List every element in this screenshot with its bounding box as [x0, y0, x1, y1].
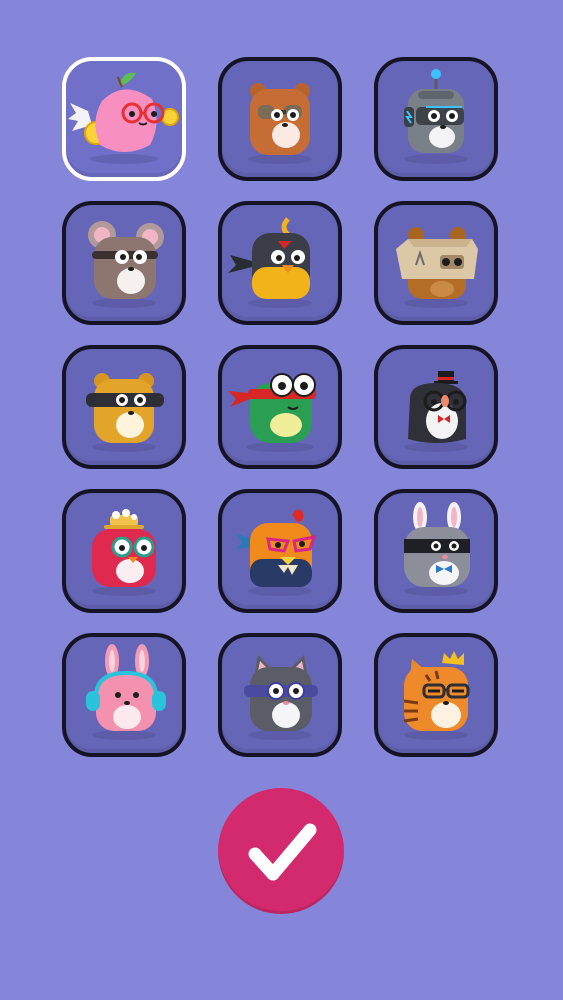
- avatar-option-winged-peach[interactable]: [62, 57, 186, 181]
- avatar-picker-screen: [0, 0, 563, 1000]
- goggle-bear-icon: [86, 373, 164, 452]
- avatar-option-box-bear[interactable]: [374, 201, 498, 325]
- avatar-option-ninja-frog[interactable]: [218, 345, 342, 469]
- avatar-option-mouse[interactable]: [62, 201, 186, 325]
- avatar-option-ninja-bird[interactable]: [218, 201, 342, 325]
- ninja-bird-icon: [228, 217, 312, 308]
- avatar-option-crowned-tiger[interactable]: [374, 633, 498, 757]
- hat-bird-icon: [92, 509, 156, 596]
- brown-bear-icon: [248, 83, 312, 164]
- winged-peach-icon: [68, 72, 179, 164]
- avatar-option-top-hat-penguin[interactable]: [374, 345, 498, 469]
- avatar-option-rooster[interactable]: [218, 489, 342, 613]
- confirm-button[interactable]: [218, 788, 344, 914]
- avatar-option-hat-bird[interactable]: [62, 489, 186, 613]
- masked-bunny-icon: [404, 502, 470, 596]
- avatar-option-robot[interactable]: [374, 57, 498, 181]
- avatar-option-goggle-bear[interactable]: [62, 345, 186, 469]
- robot-icon: [404, 69, 468, 164]
- checkmark-icon: [248, 823, 317, 881]
- top-hat-penguin-icon: [404, 371, 468, 452]
- box-bear-icon: [396, 227, 478, 308]
- avatar-grid: [62, 57, 498, 757]
- rooster-icon: [236, 509, 317, 596]
- crowned-tiger-icon: [403, 651, 470, 740]
- ninja-frog-icon: [228, 373, 316, 452]
- avatar-option-brown-bear[interactable]: [218, 57, 342, 181]
- avatar-option-pink-bunny[interactable]: [62, 633, 186, 757]
- avatar-option-gray-cat[interactable]: [218, 633, 342, 757]
- mouse-icon: [88, 221, 164, 308]
- gray-cat-icon: [244, 655, 318, 740]
- avatar-option-masked-bunny[interactable]: [374, 489, 498, 613]
- pink-bunny-icon: [86, 644, 166, 740]
